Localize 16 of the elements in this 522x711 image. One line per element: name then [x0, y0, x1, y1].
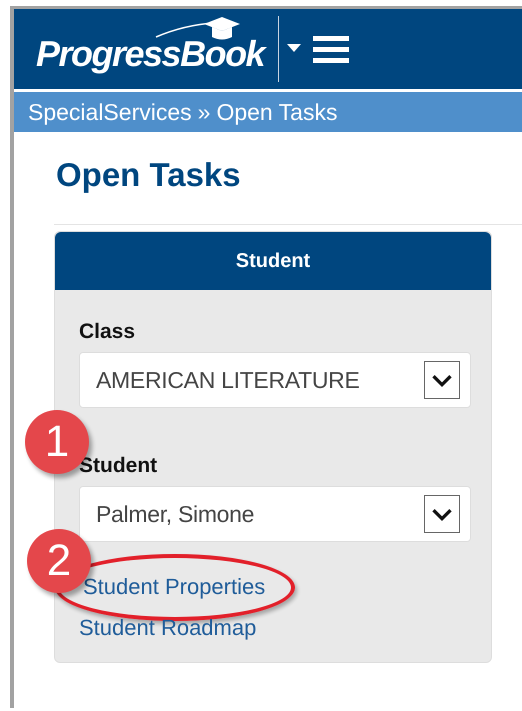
link[interactable]: Student Properties — [83, 574, 266, 599]
chevron-icon — [424, 361, 460, 399]
breadcrumb-separator: » — [198, 98, 210, 126]
link[interactable]: Student Roadmap — [79, 615, 256, 640]
breadcrumb-item[interactable]: Open Tasks — [216, 98, 338, 126]
menu-icon[interactable] — [313, 34, 350, 64]
logo-text[interactable]: ProgressBook — [36, 23, 264, 75]
panel-header: Student — [55, 232, 491, 290]
field-label: Student — [79, 454, 158, 478]
chevron-icon — [424, 495, 460, 533]
dropdown[interactable]: AMERICAN LITERATURE — [79, 352, 471, 408]
breadcrumb-item[interactable]: SpecialServices — [28, 98, 192, 126]
caret-icon[interactable] — [287, 44, 302, 54]
dropdown[interactable]: Palmer, Simone — [79, 486, 471, 542]
page-title: Open Tasks — [56, 156, 242, 194]
field-label: Class — [79, 320, 136, 344]
